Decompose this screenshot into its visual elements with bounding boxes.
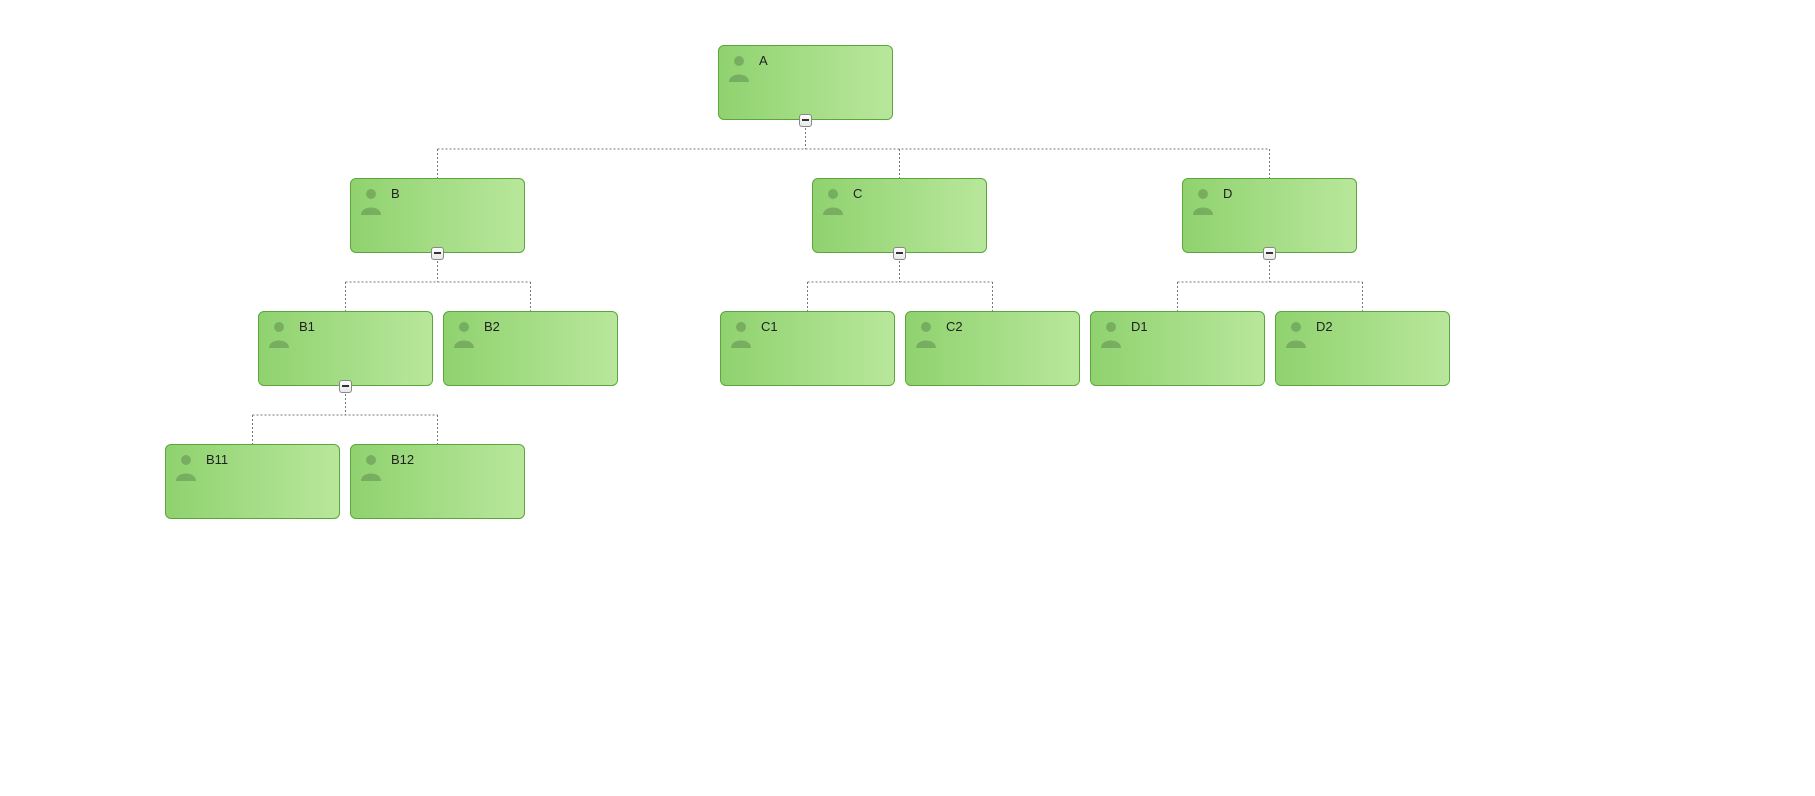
- node-label: A: [759, 52, 884, 68]
- node-label: B11: [206, 451, 331, 467]
- org-node-d[interactable]: D: [1182, 178, 1357, 253]
- collapse-toggle-c[interactable]: [893, 247, 906, 260]
- org-node-c1[interactable]: C1: [720, 311, 895, 386]
- person-icon: [914, 320, 938, 348]
- person-icon: [729, 320, 753, 348]
- collapse-toggle-d[interactable]: [1263, 247, 1276, 260]
- person-icon: [1191, 187, 1215, 215]
- org-node-b2[interactable]: B2: [443, 311, 618, 386]
- person-icon: [1099, 320, 1123, 348]
- node-label: C: [853, 185, 978, 201]
- person-icon: [1284, 320, 1308, 348]
- node-label: B: [391, 185, 516, 201]
- org-node-d1[interactable]: D1: [1090, 311, 1265, 386]
- org-node-c2[interactable]: C2: [905, 311, 1080, 386]
- person-icon: [821, 187, 845, 215]
- person-icon: [727, 54, 751, 82]
- person-icon: [174, 453, 198, 481]
- node-label: C2: [946, 318, 1071, 334]
- node-label: D2: [1316, 318, 1441, 334]
- node-label: B2: [484, 318, 609, 334]
- connector-layer: [0, 0, 1815, 796]
- node-label: D: [1223, 185, 1348, 201]
- person-icon: [267, 320, 291, 348]
- node-label: B1: [299, 318, 424, 334]
- node-label: C1: [761, 318, 886, 334]
- person-icon: [359, 187, 383, 215]
- person-icon: [452, 320, 476, 348]
- collapse-toggle-b1[interactable]: [339, 380, 352, 393]
- node-label: D1: [1131, 318, 1256, 334]
- org-node-b1[interactable]: B1: [258, 311, 433, 386]
- org-node-d2[interactable]: D2: [1275, 311, 1450, 386]
- collapse-toggle-a[interactable]: [799, 114, 812, 127]
- org-node-b12[interactable]: B12: [350, 444, 525, 519]
- collapse-toggle-b[interactable]: [431, 247, 444, 260]
- person-icon: [359, 453, 383, 481]
- node-label: B12: [391, 451, 516, 467]
- org-node-c[interactable]: C: [812, 178, 987, 253]
- org-node-b[interactable]: B: [350, 178, 525, 253]
- org-node-b11[interactable]: B11: [165, 444, 340, 519]
- org-node-a[interactable]: A: [718, 45, 893, 120]
